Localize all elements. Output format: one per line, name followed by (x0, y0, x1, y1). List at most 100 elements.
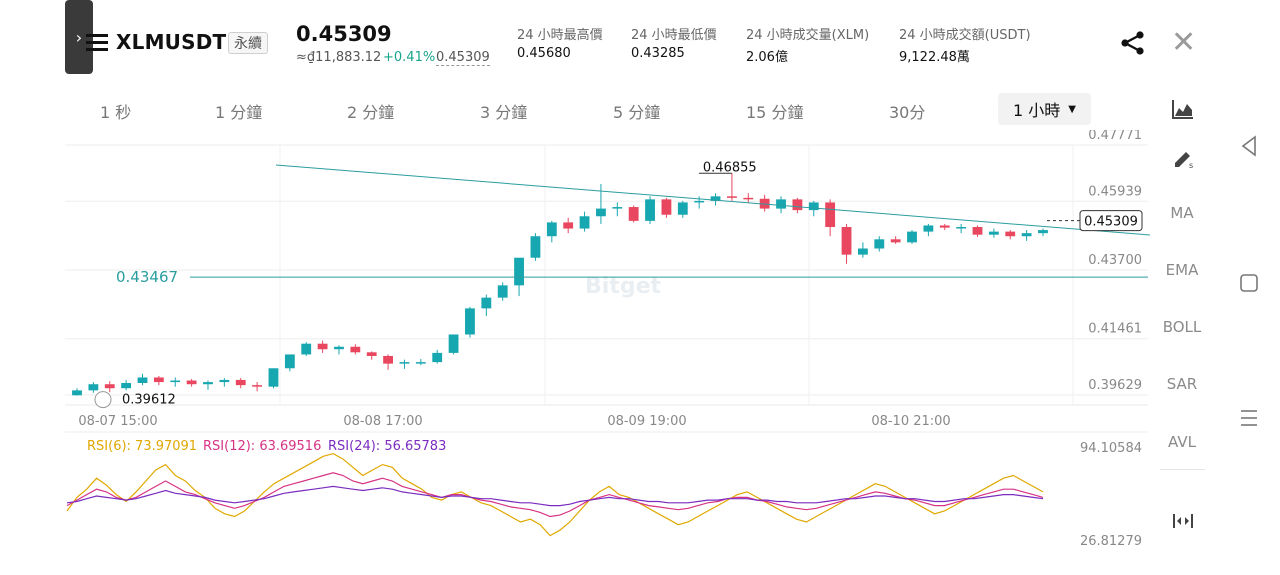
candle-body (235, 379, 246, 386)
candle-body (383, 355, 393, 364)
horizontal-line-label: 0.43467 (116, 268, 178, 286)
candle-body (284, 354, 295, 369)
candle-body (432, 352, 443, 363)
candle-body (497, 285, 508, 298)
candle-body (694, 200, 705, 203)
nav-back-icon[interactable] (1240, 135, 1258, 157)
candle-body (1021, 233, 1032, 237)
indicator-sar[interactable]: SAR (1152, 375, 1212, 393)
candle-body (137, 377, 148, 383)
timeframe-2m[interactable]: 2 分鐘 (347, 99, 394, 123)
candlesticks (72, 173, 1048, 396)
price-axis-tick: 0.39629 (1088, 378, 1142, 393)
candle-body (415, 362, 426, 364)
rsi-axis-tick: 26.81279 (1080, 534, 1142, 549)
timeframe-5m[interactable]: 5 分鐘 (613, 99, 660, 123)
timeframe-30m[interactable]: 30分 (889, 99, 925, 123)
candle-body (645, 199, 655, 221)
hamburger-menu-icon[interactable] (86, 34, 108, 52)
symbol-name[interactable]: XLMUSDT (116, 30, 226, 54)
rsi-legend-label: RSI(12): 63.69516 (203, 439, 321, 454)
trend-line (275, 164, 1151, 236)
candle-body (301, 343, 312, 355)
candle-body (874, 239, 885, 249)
rsi-legend-label: RSI(6): 73.97091 (87, 439, 197, 454)
candle-body (317, 343, 328, 350)
stat-label-turnover: 24 小時成交額(USDT) (899, 28, 1031, 43)
time-axis-tick: 08-08 17:00 (343, 414, 422, 429)
candle-body (268, 368, 279, 387)
timeframe-15m[interactable]: 15 分鐘 (746, 99, 803, 123)
indicator-ema[interactable]: EMA (1152, 261, 1212, 279)
rsi-axis-tick: 94.10584 (1080, 441, 1142, 456)
time-axis-tick: 08-07 15:00 (78, 414, 157, 429)
watermark-text: Bitget (585, 274, 661, 299)
candle-body (170, 380, 181, 383)
fiat-price: ≈₫11,883.12 (296, 50, 382, 65)
stat-label-high: 24 小時最高價 (517, 28, 603, 43)
price-axis-tick: 0.41461 (1088, 322, 1142, 337)
timeframe-1s[interactable]: 1 秒 (100, 99, 131, 123)
mark-price[interactable]: 0.45309 (436, 50, 490, 66)
price-axis-tick: 0.47771 (1088, 130, 1142, 143)
candle-body (530, 236, 541, 258)
share-icon[interactable] (1120, 30, 1146, 56)
candle-body (579, 216, 590, 229)
chart-grid: 0.47771 0.45939 0.43700 0.41461 0.39629 08-07… (65, 130, 1148, 429)
time-axis-tick: 08-09 19:00 (607, 414, 686, 429)
stat-label-volume: 24 小時成交量(XLM) (746, 28, 870, 43)
candle-body (972, 227, 983, 235)
change-percent: +0.41% (383, 50, 436, 65)
rsi-series-line (66, 452, 1044, 537)
candle-body (661, 199, 672, 215)
candle-body (153, 377, 164, 383)
contract-type-badge: 永續 (228, 32, 268, 54)
candle-body (350, 346, 361, 353)
chevron-right-icon: › (75, 27, 83, 47)
rsi-series-line (66, 472, 1044, 518)
close-icon[interactable]: ✕ (1171, 28, 1196, 58)
nav-home-icon[interactable] (1240, 274, 1258, 292)
last-price: 0.45309 (296, 22, 392, 46)
timeframe-1m[interactable]: 1 分鐘 (215, 99, 262, 123)
caret-down-icon: ▼ (1068, 103, 1076, 115)
low-price-label: 0.39612 (122, 393, 176, 408)
svg-text:s: s (1189, 161, 1193, 169)
stat-value-volume: 2.06億 (746, 50, 788, 65)
indicator-ma[interactable]: MA (1152, 204, 1212, 222)
indicator-boll[interactable]: BOLL (1152, 318, 1212, 336)
candle-body (563, 222, 574, 229)
stat-value-low: 0.43285 (631, 46, 685, 61)
price-axis-tick: 0.45939 (1088, 184, 1142, 199)
active-timeframe: 1 小時 (1013, 101, 1061, 120)
candle-body (219, 379, 230, 383)
timeframe-dropdown[interactable]: 1 小時 ▼ (998, 93, 1091, 125)
time-axis-tick: 08-10 21:00 (871, 414, 950, 429)
candle-body (399, 362, 410, 364)
candle-body (808, 202, 819, 211)
toolbar-divider (1160, 469, 1205, 470)
candle-body (776, 199, 786, 209)
candle-body (366, 352, 377, 356)
stat-label-low: 24 小時最低價 (631, 28, 717, 43)
candle-body (743, 197, 754, 200)
rsi-legend-label: RSI(24): 56.65783 (328, 439, 446, 454)
candle-body (88, 384, 99, 391)
candle-body (988, 231, 999, 235)
candle-body (186, 380, 197, 385)
candle-body (104, 384, 115, 389)
expand-chart-icon[interactable] (1172, 512, 1194, 530)
drawing-tools-icon[interactable]: s (1172, 147, 1196, 169)
candle-body (612, 207, 623, 209)
timeframe-3m[interactable]: 3 分鐘 (480, 99, 527, 123)
indicator-avl[interactable]: AVL (1152, 433, 1212, 451)
candle-body (121, 382, 132, 389)
candle-body (514, 257, 524, 286)
candle-body (72, 390, 82, 396)
candle-body (841, 227, 852, 255)
candle-body (546, 222, 557, 237)
nav-recents-icon[interactable] (1240, 408, 1258, 428)
chart-type-icon[interactable] (1172, 99, 1194, 119)
replay-icon (94, 391, 112, 409)
price-chart[interactable]: 0.47771 0.45939 0.43700 0.41461 0.39629 08-07… (0, 130, 1160, 575)
